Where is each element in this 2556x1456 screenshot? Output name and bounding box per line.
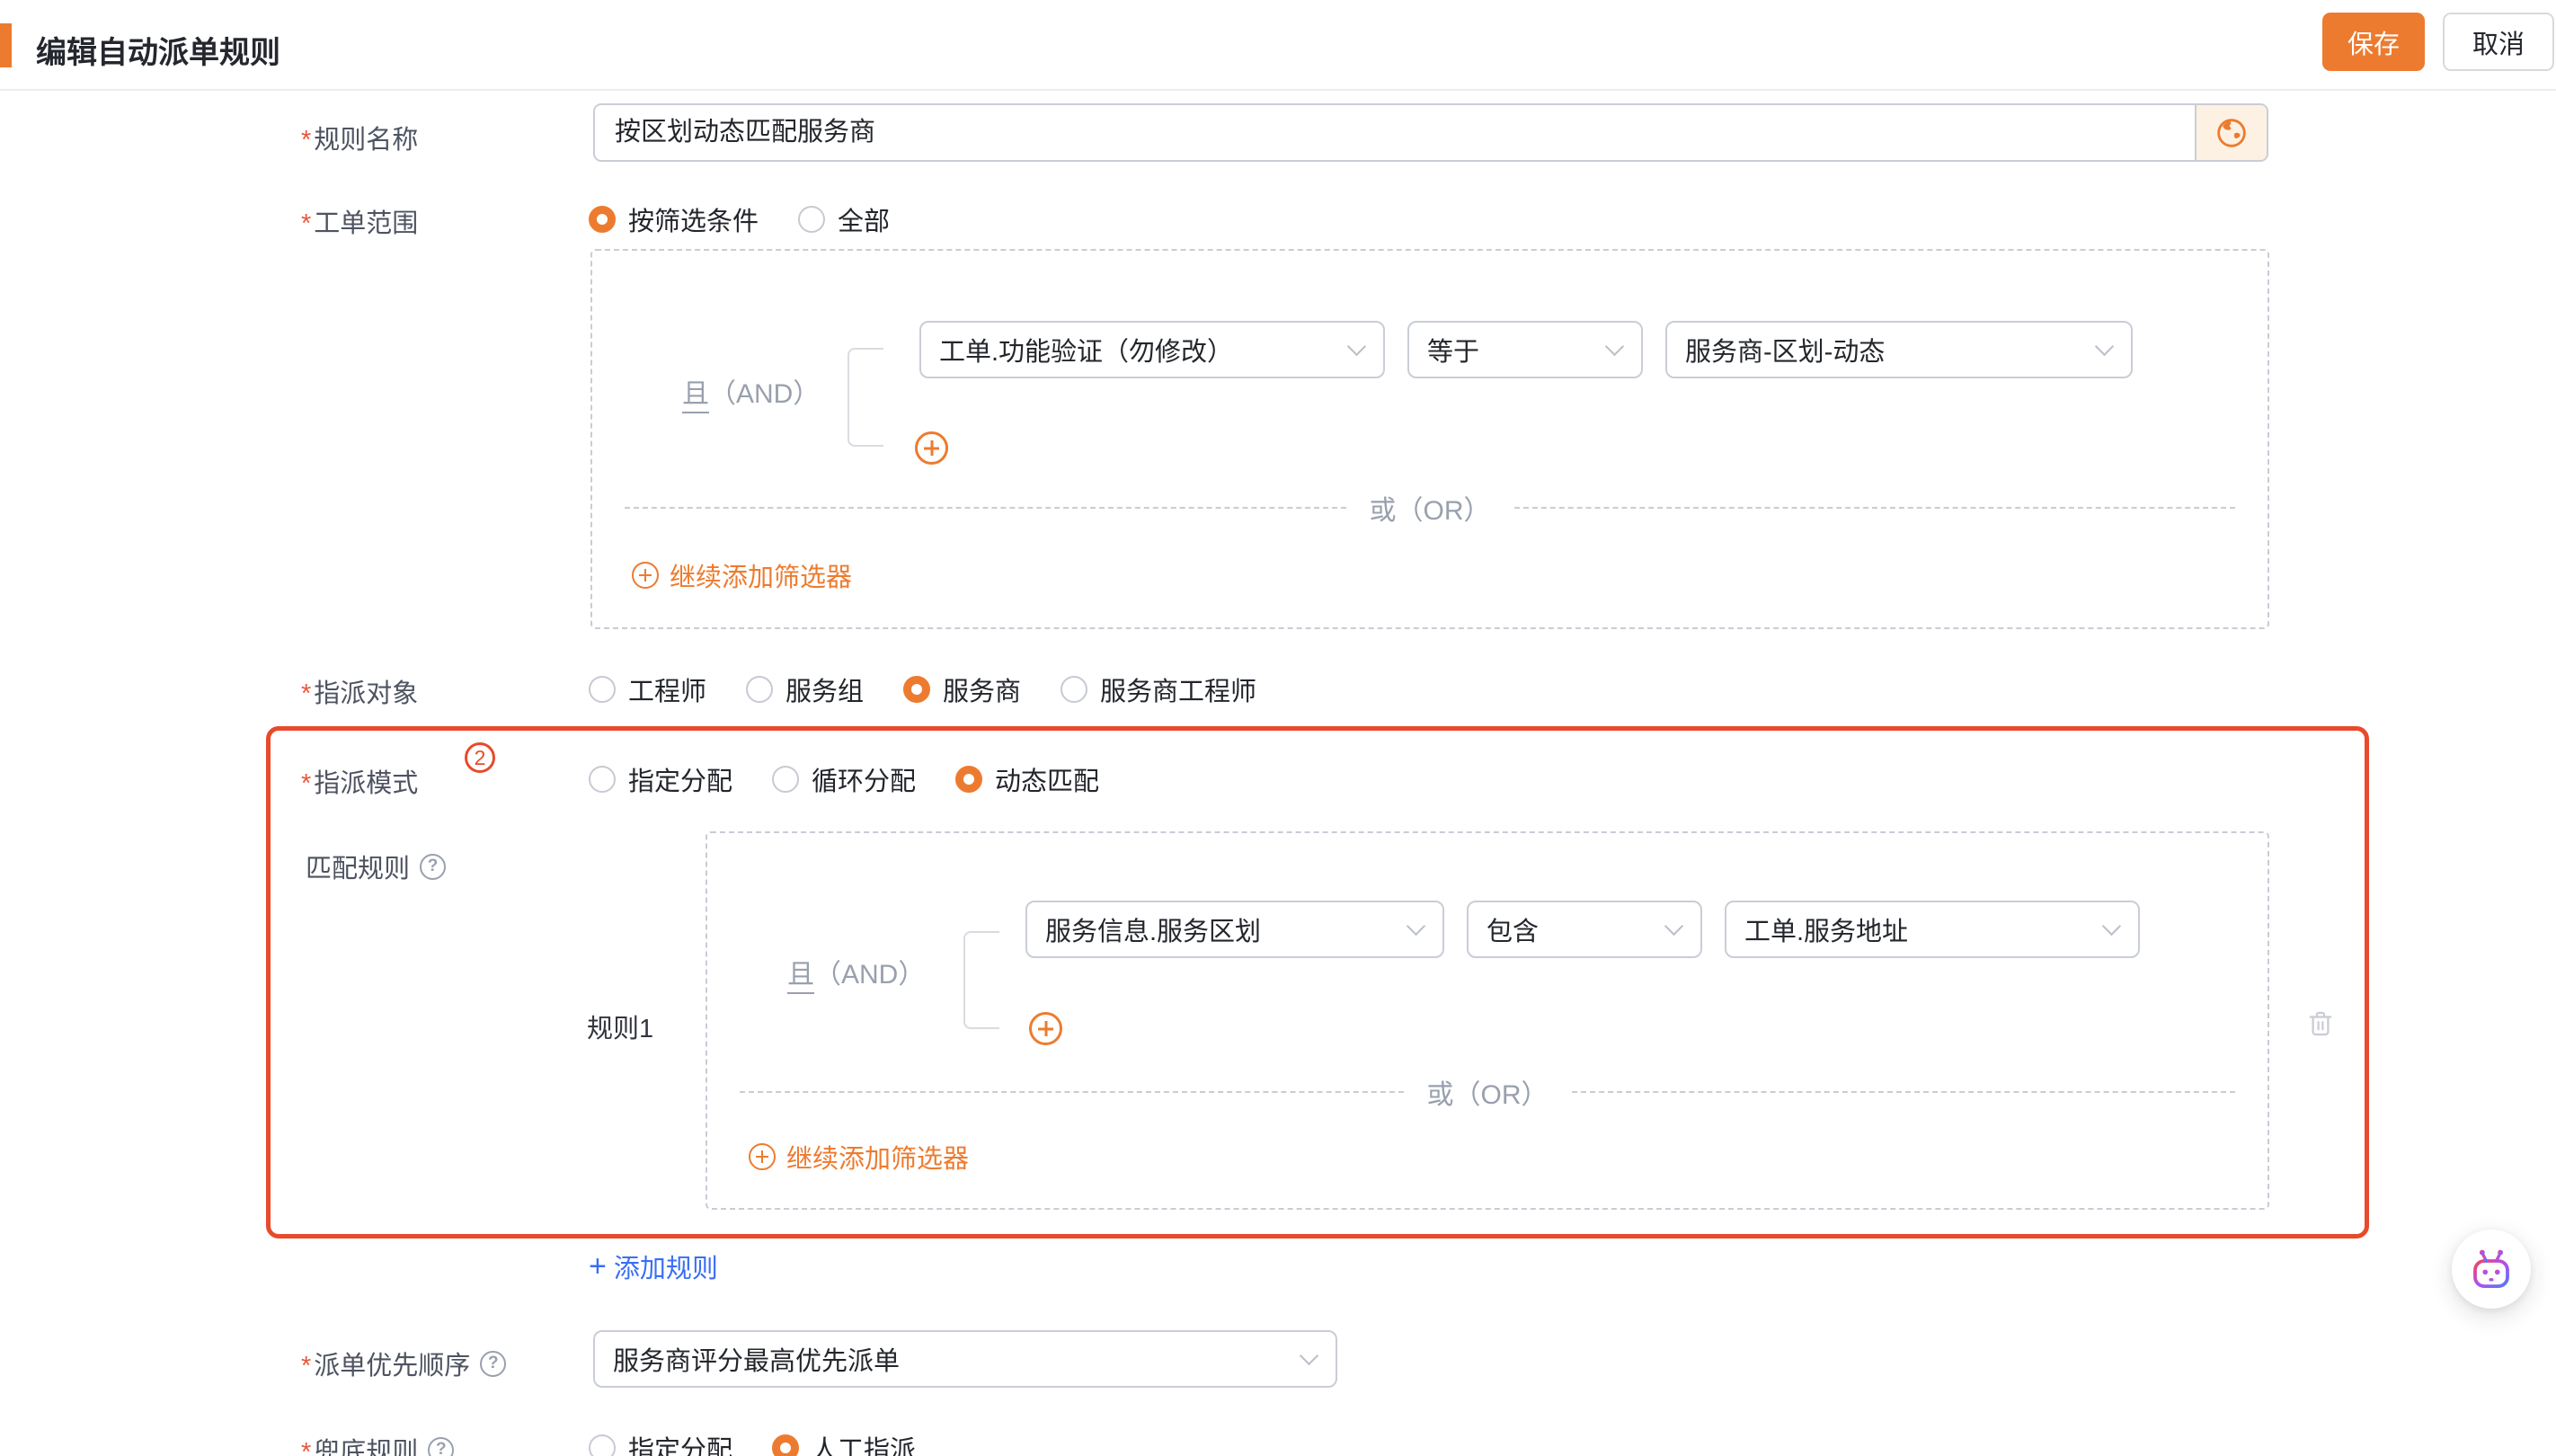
radio-checked-icon — [772, 1434, 799, 1456]
priority-label: 派单优先顺序 — [301, 1345, 470, 1382]
help-icon[interactable] — [428, 1437, 454, 1456]
radio-unchecked-icon — [589, 676, 616, 703]
robot-icon — [2467, 1245, 2516, 1293]
add-and-condition-button[interactable] — [915, 431, 948, 465]
radio-mode-dynamic-match[interactable]: 动态匹配 — [955, 760, 1099, 798]
chevron-down-icon — [1664, 916, 1683, 935]
condition-operator-select[interactable]: 包含 — [1467, 901, 1702, 958]
condition-field-select[interactable]: 服务信息.服务区划 — [1025, 901, 1444, 958]
radio-unchecked-icon — [772, 766, 799, 793]
fallback-label: 兜底规则 — [301, 1431, 418, 1456]
match-rule-label-row: 匹配规则 — [306, 848, 446, 885]
fallback-label-row: 兜底规则 — [301, 1431, 454, 1456]
title-accent-bar — [0, 23, 12, 67]
radio-unchecked-icon — [1061, 676, 1087, 703]
step-2-badge: 2 — [465, 742, 495, 773]
rule-name-input[interactable]: 按区划动态匹配服务商 — [595, 105, 2195, 160]
radio-unchecked-icon — [589, 766, 616, 793]
add-rule-link[interactable]: 添加规则 — [589, 1247, 718, 1285]
chevron-down-icon — [1407, 916, 1425, 935]
condition-row: 服务信息.服务区划 包含 工单.服务地址 — [1025, 901, 2140, 958]
add-filter-link[interactable]: 继续添加筛选器 — [632, 556, 852, 594]
rule-name-input-group: 按区划动态匹配服务商 — [593, 103, 2268, 162]
chevron-down-icon — [2102, 916, 2121, 935]
radio-target-service-group[interactable]: 服务组 — [746, 670, 864, 708]
page-header: 编辑自动派单规则 保存 取消 — [0, 0, 2556, 91]
scope-label: 工单范围 — [301, 202, 418, 240]
add-and-condition-button[interactable] — [1029, 1012, 1062, 1045]
rule-name-label: 规则名称 — [301, 119, 418, 156]
or-operator-label: 或（OR） — [1427, 1072, 1549, 1112]
delete-rule-button[interactable] — [2303, 1004, 2339, 1043]
rule-1-label: 规则1 — [587, 1008, 653, 1045]
help-icon[interactable] — [480, 1351, 506, 1377]
edit-auto-dispatch-rule-page: 编辑自动派单规则 保存 取消 规则名称 按区划动态匹配服务商 工单范围 按筛选条… — [0, 0, 2556, 1456]
radio-checked-icon — [955, 766, 982, 793]
condition-value-select[interactable]: 服务商-区划-动态 — [1665, 321, 2133, 378]
condition-row: 工单.功能验证（勿修改） 等于 服务商-区划-动态 — [919, 321, 2133, 378]
delete-icon — [2304, 1006, 2337, 1042]
or-divider: 或（OR） — [740, 1076, 2235, 1108]
globe-icon — [2214, 115, 2250, 151]
radio-checked-icon — [589, 206, 616, 233]
radio-unchecked-icon — [746, 676, 773, 703]
divider-line — [1514, 507, 2236, 509]
radio-target-provider-engineer[interactable]: 服务商工程师 — [1061, 670, 1256, 708]
radio-checked-icon — [903, 676, 930, 703]
radio-scope-by-filter[interactable]: 按筛选条件 — [589, 200, 759, 238]
help-icon[interactable] — [420, 854, 446, 880]
radio-fallback-fixed[interactable]: 指定分配 — [589, 1429, 732, 1456]
scope-radio-group: 按筛选条件 全部 — [589, 200, 890, 238]
or-divider: 或（OR） — [625, 492, 2235, 524]
chevron-down-icon — [1347, 336, 1366, 355]
radio-mode-round-robin[interactable]: 循环分配 — [772, 760, 916, 798]
scope-filter-box: 且（AND） 工单.功能验证（勿修改） 等于 服务商-区划-动态 或（OR） — [590, 249, 2269, 629]
condition-value-select[interactable]: 工单.服务地址 — [1725, 901, 2140, 958]
priority-select[interactable]: 服务商评分最高优先派单 — [593, 1330, 1337, 1388]
fallback-radio-group: 指定分配 人工指派 — [589, 1429, 916, 1456]
priority-label-row: 派单优先顺序 — [301, 1345, 506, 1382]
condition-field-select[interactable]: 工单.功能验证（勿修改） — [919, 321, 1385, 378]
condition-operator-select[interactable]: 等于 — [1407, 321, 1643, 378]
assign-mode-label: 指派模式 — [301, 762, 418, 800]
plus-icon — [749, 1143, 776, 1170]
condition-bracket — [848, 348, 883, 447]
radio-mode-fixed[interactable]: 指定分配 — [589, 760, 732, 798]
radio-target-engineer[interactable]: 工程师 — [589, 670, 706, 708]
translate-addon-button[interactable] — [2195, 105, 2267, 160]
or-operator-label: 或（OR） — [1370, 488, 1491, 528]
chevron-down-icon — [2095, 336, 2114, 355]
radio-fallback-manual[interactable]: 人工指派 — [772, 1429, 916, 1456]
plus-icon — [632, 562, 659, 589]
add-filter-link[interactable]: 继续添加筛选器 — [749, 1138, 969, 1176]
page-title: 编辑自动派单规则 — [36, 28, 280, 72]
cancel-button[interactable]: 取消 — [2443, 13, 2554, 71]
divider-line — [1572, 1091, 2236, 1093]
radio-target-service-provider[interactable]: 服务商 — [903, 670, 1021, 708]
assistant-float-button[interactable] — [2452, 1230, 2531, 1309]
radio-scope-all[interactable]: 全部 — [798, 200, 890, 238]
chevron-down-icon — [1300, 1345, 1318, 1364]
assign-target-radio-group: 工程师 服务组 服务商 服务商工程师 — [589, 670, 1256, 708]
chevron-down-icon — [1605, 336, 1624, 355]
save-button[interactable]: 保存 — [2322, 13, 2425, 71]
divider-line — [740, 1091, 1404, 1093]
assign-target-label: 指派对象 — [301, 672, 418, 710]
radio-unchecked-icon — [589, 1434, 616, 1456]
radio-unchecked-icon — [798, 206, 825, 233]
and-operator-toggle[interactable]: 且（AND） — [787, 952, 925, 991]
match-rule-label: 匹配规则 — [306, 848, 410, 885]
divider-line — [625, 507, 1346, 509]
match-rule-filter-box: 且（AND） 服务信息.服务区划 包含 工单.服务地址 或（OR） — [706, 831, 2269, 1210]
condition-bracket — [963, 931, 999, 1029]
and-operator-toggle[interactable]: 且（AND） — [682, 371, 820, 411]
assign-mode-radio-group: 指定分配 循环分配 动态匹配 — [589, 760, 1099, 798]
